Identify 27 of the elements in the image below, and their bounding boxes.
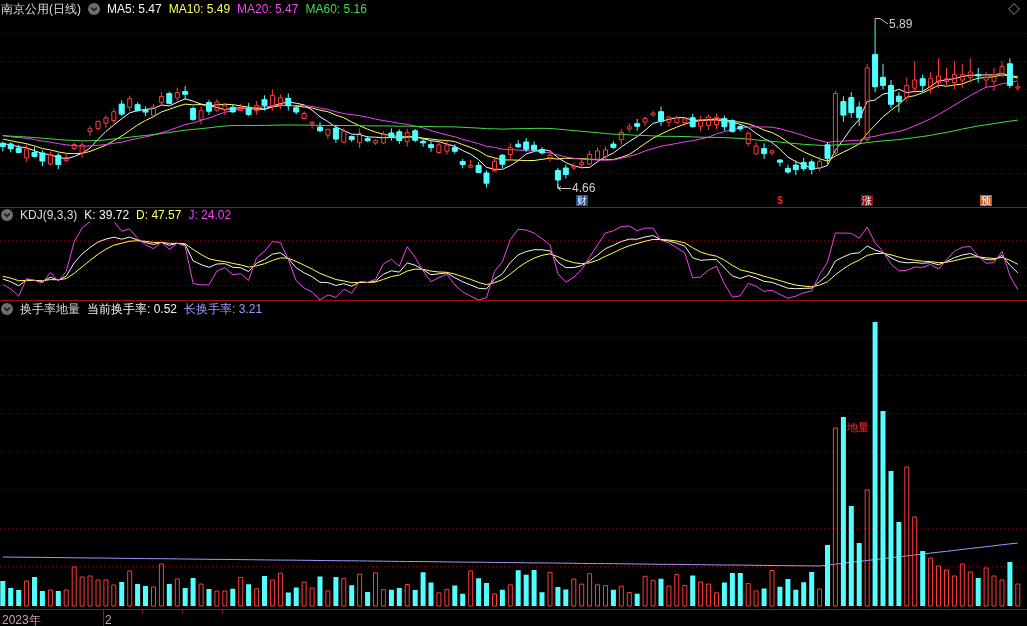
kdj-legend: J: 24.02	[188, 208, 232, 222]
chevron-down-icon[interactable]	[88, 3, 100, 15]
indicator-title: 换手率地量	[20, 302, 80, 316]
low-price-label: 4.66	[572, 182, 596, 194]
event-marker[interactable]: 涨	[861, 195, 874, 206]
moving-average-legend: MA10: 5.49	[168, 2, 231, 16]
moving-average-legend: MA5: 5.47	[107, 2, 162, 16]
turnover-legend: 当前换手率: 0.52	[87, 302, 178, 316]
turnover-legend: 长换手率: 3.21	[184, 302, 263, 316]
high-price-label: 5.89	[889, 18, 913, 30]
event-marker[interactable]: $	[776, 195, 784, 206]
chevron-down-icon[interactable]	[1, 303, 13, 315]
date-label: 2	[105, 613, 112, 626]
kdj-legend: K: 39.72	[84, 208, 130, 222]
stock-title: 南京公用(日线)	[1, 2, 81, 16]
kdj-legend: D: 47.57	[136, 208, 182, 222]
indicator-title: KDJ(9,3,3)	[20, 208, 78, 222]
leader-line	[874, 18, 889, 25]
moving-average-legend: MA60: 5.16	[305, 2, 367, 16]
low-volume-label: 地量	[847, 421, 869, 433]
date-label: 2023年	[2, 613, 41, 626]
diamond-icon[interactable]	[1008, 3, 1020, 15]
event-marker[interactable]: 财	[575, 195, 588, 206]
moving-average-legend: MA20: 5.47	[237, 2, 299, 16]
chevron-down-icon[interactable]	[1, 209, 13, 221]
event-marker[interactable]: 预	[980, 195, 993, 206]
leader-line	[557, 183, 572, 192]
